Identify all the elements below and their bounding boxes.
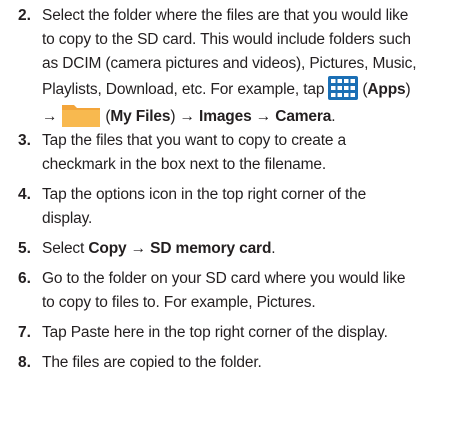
images-label: Images [199,108,252,125]
step-line-text: Select [42,240,85,257]
step-line: Tap the files that you want to copy to c… [42,132,346,149]
step-text: Tap Paste here in the top right corner o… [42,321,472,345]
step-text: The files are copied to the folder. [42,351,472,375]
step-number: 3. [18,132,31,149]
folder-icon [61,102,101,128]
arrow: → [255,108,272,125]
step-line: display. [42,210,93,227]
step-number: 5. [18,240,31,257]
step-line: as DCIM (camera pictures and videos), Pi… [42,55,417,72]
instruction-page: 2. Select the folder where the files are… [0,0,472,423]
arrow: → [42,108,58,125]
step-number: 7. [18,324,31,341]
step-line: to copy to the SD card. This would inclu… [42,31,411,48]
step-line: Select Copy → SD memory card. [42,237,472,261]
camera-label: Camera [275,108,332,125]
step-line: Select the folder where the files are th… [42,7,409,24]
step-line: to copy to files to. For example, Pictur… [42,294,316,311]
my-files-label: My Files [110,108,171,125]
copy-sd-label: Copy → SD memory card [88,240,272,257]
step-number: 8. [18,354,31,371]
step-text: Go to the folder on your SD card where y… [42,267,472,315]
step-text: Select the folder where the files are th… [42,4,472,129]
step-line: Tap the options icon in the top right co… [42,186,367,203]
step-text: Select Copy → SD memory card. [42,237,472,261]
step-line: checkmark in the box next to the filenam… [42,156,327,173]
step-line: Playlists, Download, etc. For example, t… [42,76,472,102]
step-line: The files are copied to the folder. [42,354,262,371]
step-line: Go to the folder on your SD card where y… [42,270,406,287]
step-text: Tap the files that you want to copy to c… [42,129,472,177]
apps-label: Apps [367,81,406,98]
step-number: 2. [18,7,31,24]
step-text: Tap the options icon in the top right co… [42,183,472,231]
step-line-text: . [271,240,276,257]
step-number: 4. [18,186,31,203]
step-line: → (My Files) → Images → Camera. [42,102,472,129]
apps-grid-icon [328,76,359,100]
step-line-text: Playlists, Download, etc. For example, t… [42,81,325,98]
arrow: → [179,108,196,125]
step-number: 6. [18,270,31,287]
step-line: Tap Paste here in the top right corner o… [42,324,388,341]
